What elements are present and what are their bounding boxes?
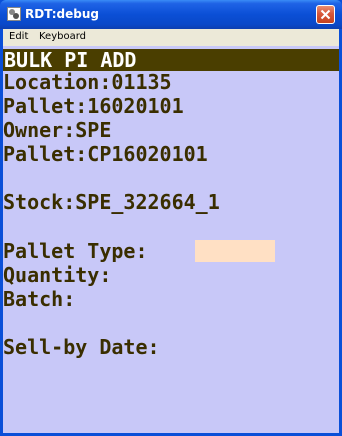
terminal-screen: BULK PI ADD Location:01135 Pallet:160201… [3,46,339,433]
menu-edit[interactable]: Edit [9,30,28,44]
batch-label: Batch: [3,287,76,311]
window-body: Edit Keyboard BULK PI ADD Location:01135… [3,29,339,433]
title-bar[interactable]: RDT:debug [0,0,342,29]
stock-line: Stock:SPE_322664_1 [3,190,220,214]
owner-line: Owner:SPE [3,118,112,142]
pallet-type-label: Pallet Type: [3,239,148,263]
pallet-type-input[interactable] [195,240,275,262]
close-icon [320,9,331,20]
menu-bar: Edit Keyboard [3,29,339,45]
pallet-line: Pallet:16020101 [3,94,184,118]
pallet-code-line: Pallet:CP16020101 [3,142,208,166]
app-icon [7,7,21,21]
rdt-window: RDT:debug Edit Keyboard BULK PI ADD Loca… [0,0,342,436]
quantity-label: Quantity: [3,263,112,287]
close-button[interactable] [316,5,335,24]
window-title: RDT:debug [25,7,99,21]
screen-title: BULK PI ADD [4,48,137,72]
location-line: Location:01135 [3,70,172,94]
sell-by-date-label: Sell-by Date: [3,335,160,359]
menu-keyboard[interactable]: Keyboard [39,30,86,44]
